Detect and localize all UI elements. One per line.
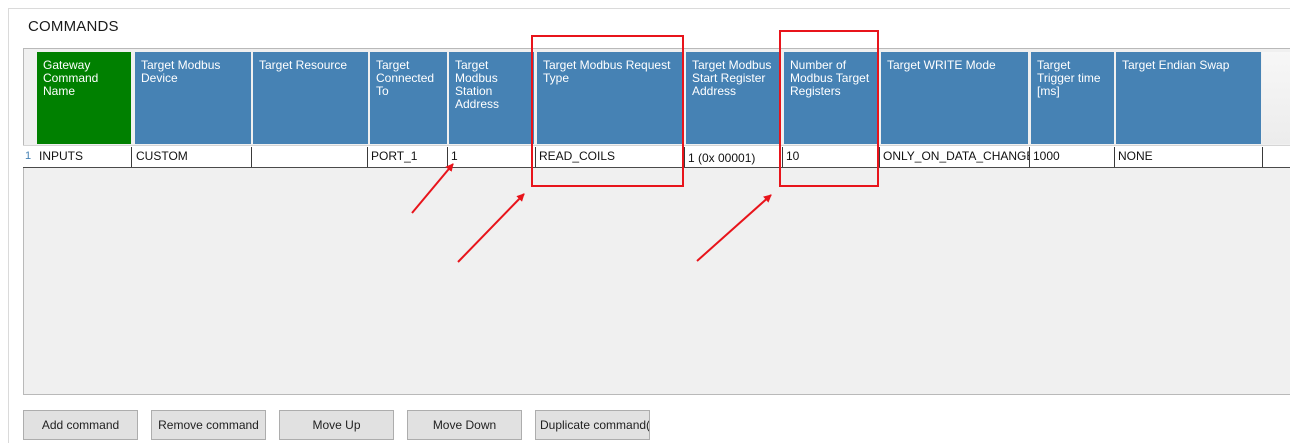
col-header-write-mode[interactable]: Target WRITE Mode [881,52,1028,144]
duplicate-command-button[interactable]: Duplicate command(s [535,410,650,440]
cell-target-connected-to[interactable]: PORT_1 [368,147,448,167]
cell-target-resource[interactable] [252,147,368,167]
section-title: COMMANDS [28,18,119,35]
cell-start-register-address[interactable]: 1 (0x 00001) [685,147,783,167]
col-header-number-of-registers[interactable]: Number of Modbus Target Registers [784,52,878,144]
move-up-button[interactable]: Move Up [279,410,394,440]
cell-endian-swap[interactable]: NONE [1115,147,1263,167]
col-header-request-type[interactable]: Target Modbus Request Type [537,52,683,144]
cell-request-type[interactable]: READ_COILS [536,147,685,167]
remove-command-button[interactable]: Remove command [151,410,266,440]
cell-number-of-registers[interactable]: 10 [783,147,880,167]
col-header-target-resource[interactable]: Target Resource [253,52,368,144]
col-header-trigger-time[interactable]: Target Trigger time [ms] [1031,52,1114,144]
col-header-station-address[interactable]: Target Modbus Station Address [449,52,534,144]
cell-gateway-command-name[interactable]: INPUTS [36,147,132,167]
header-filler [1262,52,1290,144]
col-header-start-register-address[interactable]: Target Modbus Start Register Address [686,52,781,144]
cell-station-address[interactable]: 1 [448,147,536,167]
cell-target-modbus-device[interactable]: CUSTOM [133,147,252,167]
col-header-endian-swap[interactable]: Target Endian Swap [1116,52,1261,144]
row-number: 1 [25,150,32,162]
cell-trigger-time[interactable]: 1000 [1030,147,1115,167]
col-header-gateway-command-name[interactable]: Gateway Command Name [37,52,131,144]
move-down-button[interactable]: Move Down [407,410,522,440]
add-command-button[interactable]: Add command [23,410,138,440]
col-header-target-modbus-device[interactable]: Target Modbus Device [135,52,251,144]
col-header-target-connected-to[interactable]: Target Connected To [370,52,447,144]
cell-write-mode[interactable]: ONLY_ON_DATA_CHANGE [880,147,1030,167]
